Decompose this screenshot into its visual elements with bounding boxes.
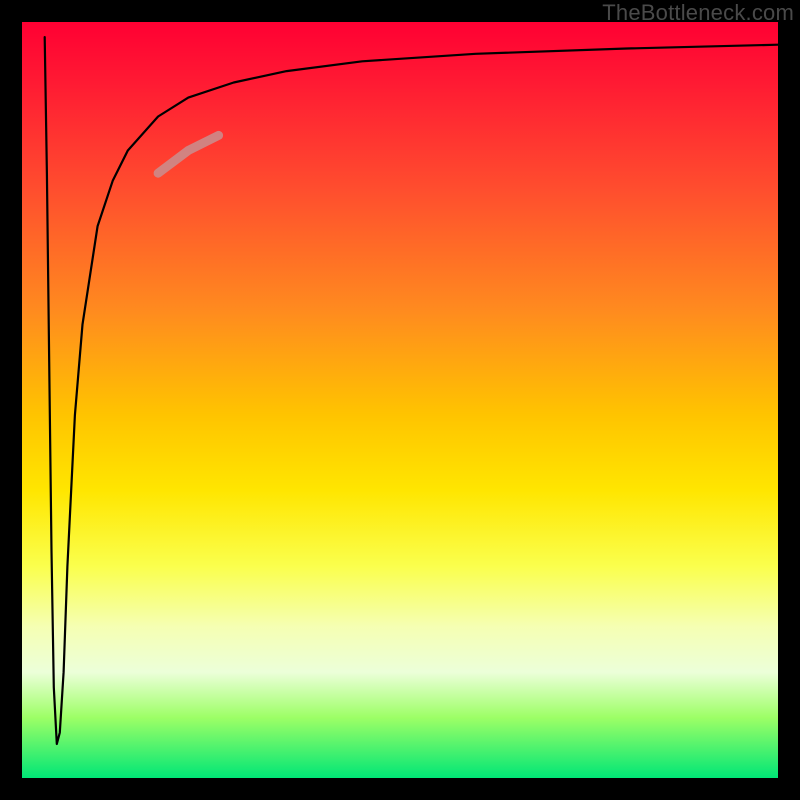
plot-area [22, 22, 778, 778]
highlight-segment [158, 135, 219, 173]
curve-svg [22, 22, 778, 778]
main-curve [45, 37, 778, 744]
chart-frame: TheBottleneck.com [0, 0, 800, 800]
